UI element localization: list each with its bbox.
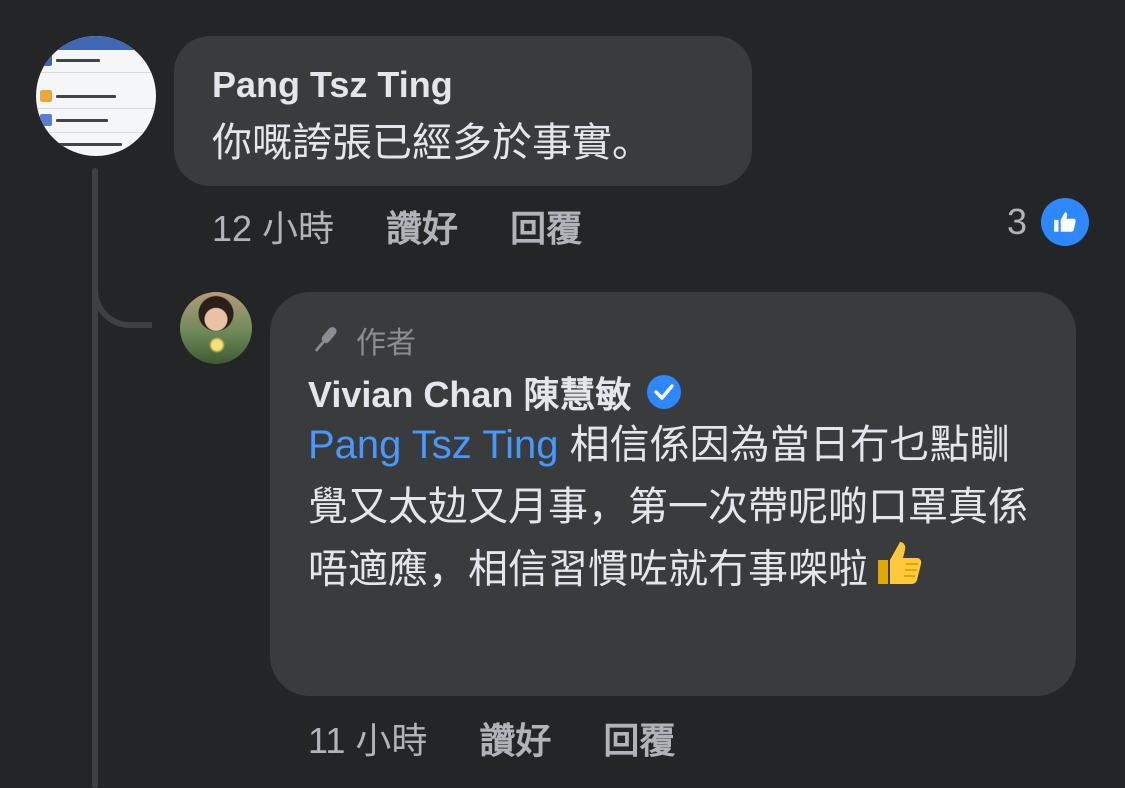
reaction-summary[interactable]: 3 <box>1007 198 1089 246</box>
thumbs-up-emoji <box>872 538 926 606</box>
comment-bubble: Pang Tsz Ting 你嘅誇張已經多於事實。 <box>174 36 752 186</box>
thread-connector-line <box>92 168 98 788</box>
reply-bubble: 作者 Vivian Chan 陳慧敏 Pang Tsz Ting 相信係因為當日… <box>270 292 1076 696</box>
mention-link[interactable]: Pang Tsz Ting <box>308 423 559 467</box>
verified-check-icon <box>647 375 682 409</box>
avatar-image-header <box>36 36 156 50</box>
avatar[interactable] <box>36 36 156 156</box>
comment-timestamp[interactable]: 12 小時 <box>212 200 334 252</box>
like-reaction-icon <box>1041 198 1089 246</box>
reply-avatar[interactable] <box>180 292 252 364</box>
microphone-icon <box>314 327 337 352</box>
reply-button[interactable]: 回覆 <box>603 712 675 764</box>
reaction-count: 3 <box>1006 201 1027 242</box>
avatar-flowers <box>208 336 226 354</box>
comment-author[interactable]: Pang Tsz Ting <box>212 64 453 106</box>
author-badge-label: 作者 <box>356 327 416 360</box>
like-button[interactable]: 讚好 <box>479 712 551 764</box>
reply-button[interactable]: 回覆 <box>510 200 582 252</box>
thread-connector-curve <box>92 270 152 328</box>
reply-author-row: Vivian Chan 陳慧敏 <box>308 366 682 418</box>
reply-text-block: Pang Tsz Ting 相信係因為當日冇乜點瞓覺又太攰又月事，第一次帶呢啲口… <box>308 414 1048 606</box>
comment-text: 你嘅誇張已經多於事實。 <box>212 121 652 165</box>
reply-actions: 11 小時 讚好 回覆 <box>308 712 675 764</box>
reply-author[interactable]: Vivian Chan 陳慧敏 <box>308 366 631 418</box>
comment-actions: 12 小時 讚好 回覆 <box>212 200 582 252</box>
author-badge: 作者 <box>308 318 416 362</box>
like-button[interactable]: 讚好 <box>386 200 458 252</box>
reply-timestamp[interactable]: 11 小時 <box>308 712 427 764</box>
